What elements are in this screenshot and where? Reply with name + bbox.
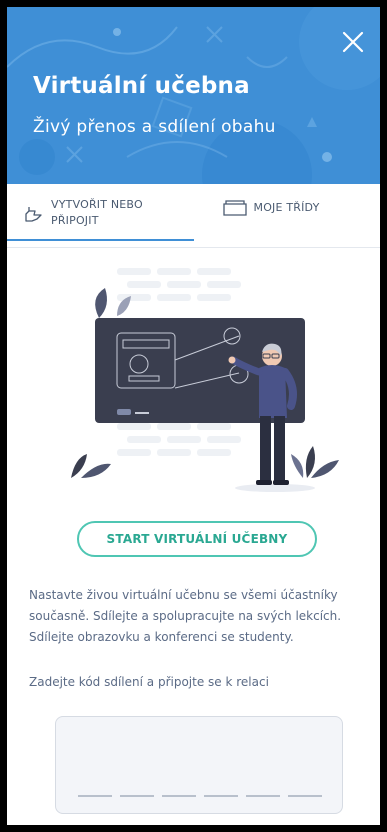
close-icon[interactable] xyxy=(340,29,366,55)
active-tab-indicator xyxy=(7,239,194,241)
start-virtual-classroom-button[interactable]: START VIRTUÁLNÍ UČEBNY xyxy=(77,521,317,557)
pointing-hand-icon xyxy=(25,207,42,222)
code-slot xyxy=(78,795,112,797)
code-slot xyxy=(288,795,322,797)
code-slot xyxy=(120,795,154,797)
header: Virtuální učebna Živý přenos a sdílení o… xyxy=(7,7,380,184)
tab-my-classes[interactable]: MOJE TŘÍDY xyxy=(182,184,381,248)
description-text: Nastavte živou virtuální učebnu se všemi… xyxy=(29,588,342,644)
app-panel: Virtuální učebna Živý přenos a sdílení o… xyxy=(7,7,380,825)
code-prompt-label: Zadejte kód sdílení a připojte se k rela… xyxy=(29,675,269,689)
share-code-input[interactable] xyxy=(55,716,343,814)
tab-create-or-join[interactable]: VYTVOŘIT NEBO PŘIPOJIT xyxy=(7,184,194,248)
code-slot xyxy=(246,795,280,797)
tab-my-classes-label: MOJE TŘÍDY xyxy=(253,201,320,214)
code-slot xyxy=(204,795,238,797)
page-subtitle: Živý přenos a sdílení obahu xyxy=(33,117,276,137)
classroom-illustration xyxy=(71,268,339,492)
code-slot xyxy=(162,795,196,797)
folder-icon xyxy=(222,200,247,216)
code-slots xyxy=(78,795,322,797)
tab-create-label: VYTVOŘIT NEBO PŘIPOJIT xyxy=(51,198,143,227)
tab-bar: VYTVOŘIT NEBO PŘIPOJIT MOJE TŘÍDY xyxy=(7,184,380,248)
page-title: Virtuální učebna xyxy=(33,73,250,99)
